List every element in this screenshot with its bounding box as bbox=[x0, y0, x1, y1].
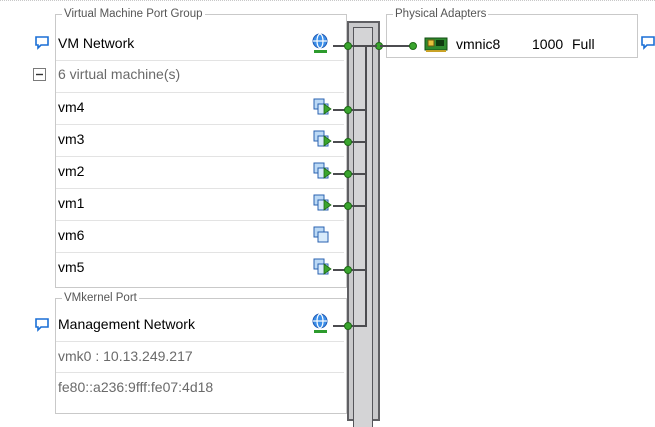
top-dotted-divider bbox=[0, 0, 655, 1]
network-card-icon[interactable] bbox=[424, 37, 448, 53]
vm-count-label: 6 virtual machine(s) bbox=[58, 66, 181, 82]
vm-item-vm2[interactable]: vm2 bbox=[58, 161, 84, 181]
row-separator bbox=[56, 92, 344, 93]
row-separator bbox=[56, 341, 344, 342]
vm-item-vm1[interactable]: vm1 bbox=[58, 193, 84, 213]
link-dot bbox=[344, 42, 352, 50]
internal-wire bbox=[365, 45, 377, 47]
vmkernel-ipv4: vmk0 : 10.13.249.217 bbox=[58, 348, 193, 364]
adapter-duplex: Full bbox=[572, 36, 595, 52]
minus-box-icon[interactable] bbox=[33, 68, 46, 81]
link-dot bbox=[344, 106, 352, 114]
adapter-speed: 1000 bbox=[532, 36, 564, 52]
speech-bubble-icon[interactable] bbox=[640, 35, 655, 51]
vm-item-vm6[interactable]: vm6 bbox=[58, 225, 84, 245]
row-separator bbox=[56, 220, 344, 221]
link-dot bbox=[409, 42, 417, 50]
vmkernel-ipv6: fe80::a236:9fff:fe07:4d18 bbox=[58, 379, 214, 395]
vm-item-vm3[interactable]: vm3 bbox=[58, 129, 84, 149]
link-dot bbox=[344, 266, 352, 274]
speech-bubble-icon[interactable] bbox=[34, 317, 50, 333]
virtual-machine-icon[interactable] bbox=[313, 162, 333, 182]
virtual-machine-icon[interactable] bbox=[313, 258, 333, 278]
speech-bubble-icon[interactable] bbox=[34, 35, 50, 51]
vm-network-label[interactable]: VM Network bbox=[58, 33, 134, 53]
row-separator bbox=[56, 60, 344, 61]
globe-network-icon[interactable] bbox=[311, 313, 331, 335]
row-separator bbox=[56, 252, 344, 253]
virtual-machine-icon[interactable] bbox=[313, 98, 333, 118]
row-separator bbox=[56, 188, 344, 189]
link-dot bbox=[344, 138, 352, 146]
internal-vertical-wire bbox=[365, 46, 367, 327]
row-separator bbox=[56, 372, 344, 373]
link-dot bbox=[344, 170, 352, 178]
vm-port-group-legend: Virtual Machine Port Group bbox=[64, 8, 203, 20]
adapter-name[interactable]: vmnic8 bbox=[456, 34, 500, 54]
row-separator bbox=[56, 124, 344, 125]
vm-item-vm5[interactable]: vm5 bbox=[58, 257, 84, 277]
virtual-machine-icon[interactable] bbox=[313, 226, 333, 246]
management-network-label[interactable]: Management Network bbox=[58, 314, 195, 334]
row-separator bbox=[56, 156, 344, 157]
vmkernel-port-legend: VMkernel Port bbox=[64, 292, 137, 304]
virtual-switch-inner-rail bbox=[353, 27, 373, 427]
physical-adapters-legend: Physical Adapters bbox=[395, 8, 487, 20]
virtual-machine-icon[interactable] bbox=[313, 194, 333, 214]
link-dot bbox=[344, 322, 352, 330]
link-dot bbox=[344, 202, 352, 210]
vm-item-vm4[interactable]: vm4 bbox=[58, 97, 84, 117]
globe-network-icon[interactable] bbox=[311, 33, 331, 55]
virtual-machine-icon[interactable] bbox=[313, 130, 333, 150]
